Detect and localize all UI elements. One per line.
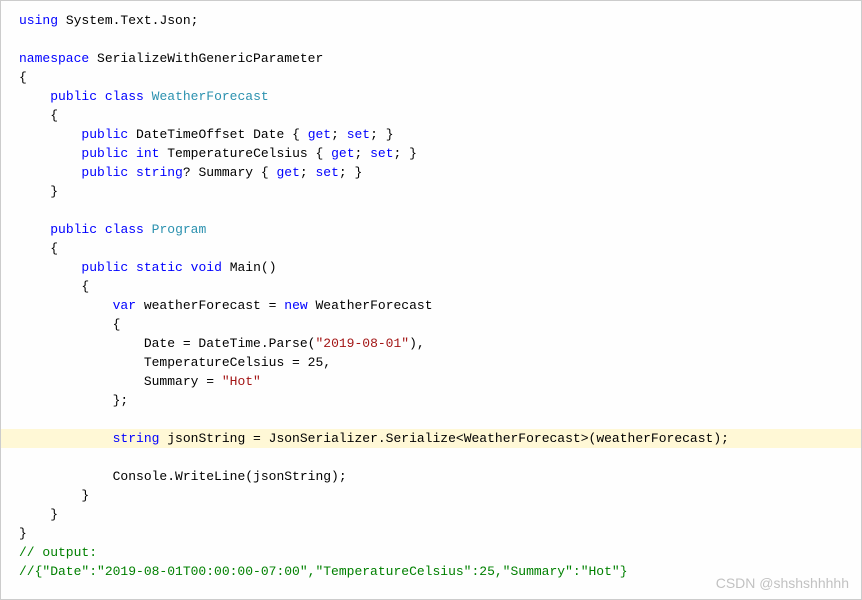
keyword-namespace: namespace [19, 51, 89, 66]
comment-json: //{"Date":"2019-08-01T00:00:00-07:00","T… [19, 564, 628, 579]
assign-date: Date = DateTime.Parse( [144, 336, 316, 351]
keyword-static: static [136, 260, 183, 275]
keyword-int: int [136, 146, 159, 161]
namespace-decl: SerializeWithGenericParameter [97, 51, 323, 66]
keyword-new: new [284, 298, 307, 313]
brace: { [50, 241, 58, 256]
keyword-public: public [50, 89, 97, 104]
line: using System.Text.Json; [19, 13, 198, 28]
line: namespace SerializeWithGenericParameter [19, 51, 323, 66]
brace: { [19, 70, 27, 85]
brace: } [50, 507, 58, 522]
brace: } [81, 488, 89, 503]
code-block: using System.Text.Json; namespace Serial… [1, 1, 861, 591]
keyword-void: void [191, 260, 222, 275]
generic-type: WeatherForecast [464, 431, 581, 446]
keyword-var: var [113, 298, 136, 313]
class-program: Program [152, 222, 207, 237]
keyword-using: using [19, 13, 58, 28]
brace: { [113, 317, 121, 332]
string-literal: "Hot" [222, 374, 261, 389]
brace: }; [113, 393, 129, 408]
type-ref: WeatherForecast [315, 298, 432, 313]
comment-output: // output: [19, 545, 97, 560]
brace: { [81, 279, 89, 294]
keyword-string: string [136, 165, 183, 180]
type-dto: DateTimeOffset [136, 127, 245, 142]
namespace-ref: System.Text.Json [66, 13, 191, 28]
brace: } [50, 184, 58, 199]
assign-summary: Summary = [144, 374, 222, 389]
brace: } [19, 526, 27, 541]
keyword-class: class [105, 89, 144, 104]
assign-temp: TemperatureCelsius = 25, [144, 355, 331, 370]
method-main: Main [230, 260, 261, 275]
highlighted-line: string jsonString = JsonSerializer.Seria… [1, 429, 861, 448]
console-write: Console.WriteLine(jsonString); [113, 469, 347, 484]
string-literal: "2019-08-01" [315, 336, 409, 351]
class-name: WeatherForecast [152, 89, 269, 104]
brace: { [50, 108, 58, 123]
